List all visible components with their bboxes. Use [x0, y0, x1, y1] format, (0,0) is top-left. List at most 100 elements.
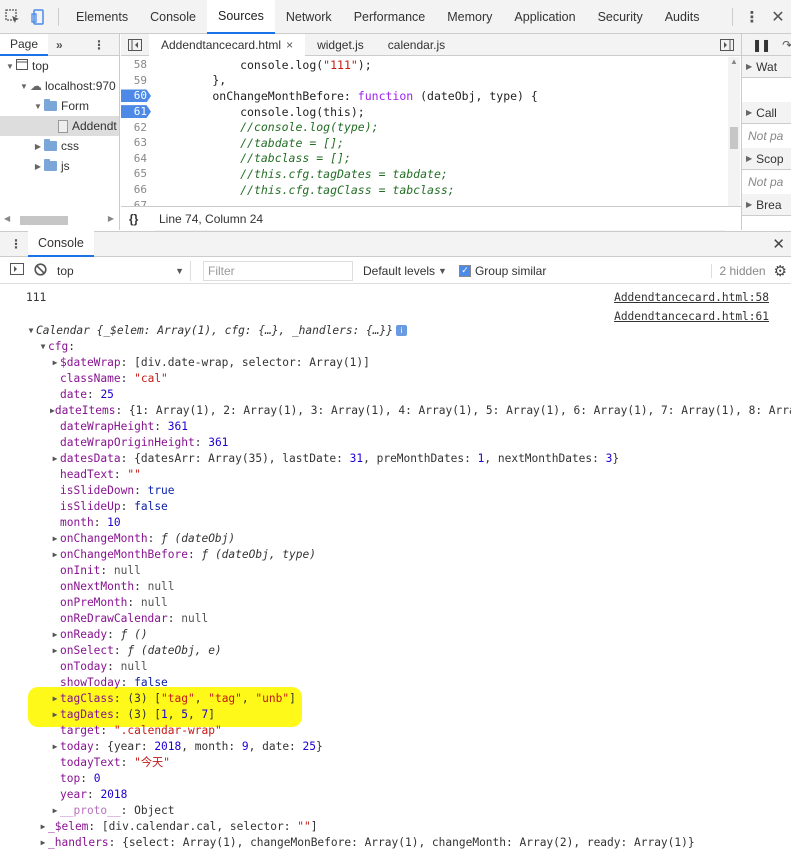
code-line[interactable]: 66 //this.cfg.tagClass = tabclass; — [121, 182, 741, 198]
file-tab[interactable]: calendar.js — [376, 34, 457, 56]
source-link[interactable]: Addendtancecard.html:61 — [614, 310, 769, 323]
debugger-section-header[interactable]: ▶ Brea — [742, 194, 791, 216]
tab-page[interactable]: Page — [0, 33, 49, 56]
filter-input[interactable]: Filter — [203, 260, 353, 281]
expand-icon[interactable]: ▶ — [50, 710, 60, 719]
object-tree-row[interactable]: ▶ tagClass: (3) ["tag", "tag", "unb"] — [0, 690, 791, 706]
expand-icon[interactable]: ▶ — [38, 838, 48, 847]
tab-network[interactable]: Network — [275, 0, 343, 34]
expand-icon[interactable]: ▶ — [38, 822, 48, 831]
debugger-section-header[interactable]: ▶ Scop — [742, 148, 791, 170]
code-line[interactable]: 62 //console.log(type); — [121, 119, 741, 135]
code-line[interactable]: 65 //this.cfg.tagDates = tabdate; — [121, 166, 741, 182]
tab-memory[interactable]: Memory — [436, 0, 503, 34]
close-icon[interactable]: ✕ — [765, 0, 791, 34]
log-levels-dropdown[interactable]: Default levels ▼ — [363, 264, 447, 278]
device-icon[interactable] — [26, 0, 52, 34]
scrollbar-thumb[interactable] — [20, 216, 68, 225]
toggle-debugger-icon[interactable] — [713, 34, 741, 56]
object-tree-row[interactable]: ▼ Calendar {_$elem: Array(1), cfg: {…}, _… — [0, 322, 791, 338]
source-link[interactable]: Addendtancecard.html:58 — [614, 291, 769, 304]
tab-performance[interactable]: Performance — [343, 0, 437, 34]
inspect-icon[interactable] — [0, 0, 26, 34]
more-vert-icon[interactable]: ⋮ — [93, 38, 105, 52]
more-tabs-icon[interactable]: » — [56, 38, 63, 52]
code-line[interactable]: 59 }, — [121, 73, 741, 89]
debugger-section-header[interactable]: ▶ Wat — [742, 56, 791, 78]
more-vert-icon[interactable]: ⋮ — [10, 237, 22, 251]
sidebar-toggle-icon[interactable] — [10, 263, 24, 278]
line-number[interactable]: 58 — [121, 58, 151, 71]
code-line[interactable]: 61 console.log(this); — [121, 104, 741, 120]
pause-icon[interactable]: ❚❚ — [752, 38, 771, 52]
object-tree-row[interactable]: ▶ _$elem: [div.calendar.cal, selector: ""… — [0, 818, 791, 834]
expand-icon[interactable]: ▶ — [50, 454, 60, 463]
scrollbar-thumb[interactable] — [730, 127, 738, 149]
object-tree-row[interactable]: ▶ today: {year: 2018, month: 9, date: 25} — [0, 738, 791, 754]
more-vert-icon[interactable]: ⋮ — [739, 0, 765, 34]
breakpoint-marker[interactable]: 60 — [121, 89, 151, 103]
file-tab[interactable]: Addendtancecard.html × — [149, 33, 306, 56]
code-line[interactable]: 58 console.log("111"); — [121, 57, 741, 73]
tab-audits[interactable]: Audits — [654, 0, 711, 34]
console-output[interactable]: 111 Addendtancecard.html:58 Addendtancecar… — [0, 285, 791, 850]
code-line[interactable]: 64 //tabclass = []; — [121, 151, 741, 167]
object-tree-row[interactable]: ▶ $dateWrap: [div.date-wrap, selector: Ar… — [0, 354, 791, 370]
toggle-navigator-icon[interactable] — [121, 34, 149, 56]
tab-elements[interactable]: Elements — [65, 0, 139, 34]
tab-console[interactable]: Console — [139, 0, 207, 34]
collapse-icon[interactable]: ▼ — [38, 342, 48, 351]
code-area[interactable]: 58 console.log("111"); 59 }, 60 onChangeMo… — [121, 57, 741, 221]
tab-security[interactable]: Security — [587, 0, 654, 34]
line-number[interactable]: 59 — [121, 74, 151, 87]
tree-item[interactable]: ▼ ☁ localhost:970 — [0, 76, 119, 96]
expand-icon[interactable]: ▶ — [50, 534, 60, 543]
line-number[interactable]: 63 — [121, 136, 151, 149]
tree-item[interactable]: Addendt — [0, 116, 119, 136]
expand-icon[interactable]: ▶ — [50, 694, 60, 703]
tab-application[interactable]: Application — [503, 0, 586, 34]
clear-icon[interactable] — [34, 262, 47, 279]
tab-sources[interactable]: Sources — [206, 0, 275, 34]
collapse-icon[interactable]: ▼ — [26, 326, 36, 335]
object-tree-row[interactable]: ▶ onChangeMonth: ƒ (dateObj) — [0, 530, 791, 546]
object-tree-row[interactable]: ▶ __proto__: Object — [0, 802, 791, 818]
expand-icon[interactable]: ▶ — [50, 550, 60, 559]
expand-icon[interactable]: ▶ — [50, 358, 60, 367]
context-selector[interactable]: top ▼ — [51, 260, 191, 281]
step-icon[interactable]: ↷ — [782, 38, 791, 52]
object-tree-row[interactable]: ▼ cfg: — [0, 338, 791, 354]
object-tree-row[interactable]: ▶ tagDates: (3) [1, 5, 7] — [0, 706, 791, 722]
line-number[interactable]: 66 — [121, 183, 151, 196]
object-tree-row[interactable]: ▶ dateItems: {1: Array(1), 2: Array(1), 3… — [0, 402, 791, 418]
gear-icon[interactable]: ⚙ — [774, 262, 787, 280]
object-tree-row[interactable]: ▶ onReady: ƒ () — [0, 626, 791, 642]
info-icon[interactable]: i — [395, 324, 407, 336]
close-tab-icon[interactable]: × — [286, 38, 293, 52]
file-tab[interactable]: widget.js — [305, 34, 376, 56]
tree-item[interactable]: ▼ Form — [0, 96, 119, 116]
object-tree-row[interactable]: ▶ onChangeMonthBefore: ƒ (dateObj, type) — [0, 546, 791, 562]
object-tree-row[interactable]: ▶ onSelect: ƒ (dateObj, e) — [0, 642, 791, 658]
tree-item[interactable]: ▶ js — [0, 156, 119, 176]
line-number[interactable]: 64 — [121, 152, 151, 165]
object-tree-row[interactable]: ▶ datesData: {datesArr: Array(35), lastDa… — [0, 450, 791, 466]
navigator-scrollbar[interactable]: ◀ ▶ — [0, 214, 118, 226]
code-line[interactable]: 63 //tabdate = []; — [121, 135, 741, 151]
object-tree-row[interactable]: ▶ _handlers: {select: Array(1), changeMon… — [0, 834, 791, 850]
group-similar-checkbox[interactable]: ✓ Group similar — [458, 264, 546, 278]
expand-icon[interactable]: ▶ — [50, 742, 60, 751]
expand-icon[interactable]: ▶ — [50, 646, 60, 655]
tree-item[interactable]: ▶ css — [0, 136, 119, 156]
pretty-print-icon[interactable]: {} — [129, 212, 153, 226]
breakpoint-marker[interactable]: 61 — [121, 105, 151, 119]
debugger-section-header[interactable]: ▶ Call — [742, 102, 791, 124]
line-number[interactable]: 62 — [121, 121, 151, 134]
tree-item[interactable]: ▼ top — [0, 56, 119, 76]
expand-icon[interactable]: ▶ — [50, 630, 60, 639]
tab-console-drawer[interactable]: Console — [28, 231, 94, 257]
close-drawer-icon[interactable]: ✕ — [772, 235, 785, 253]
line-number[interactable]: 65 — [121, 167, 151, 180]
editor-vertical-scrollbar[interactable]: ▲ ▼ — [728, 57, 740, 221]
expand-icon[interactable]: ▶ — [50, 806, 60, 815]
